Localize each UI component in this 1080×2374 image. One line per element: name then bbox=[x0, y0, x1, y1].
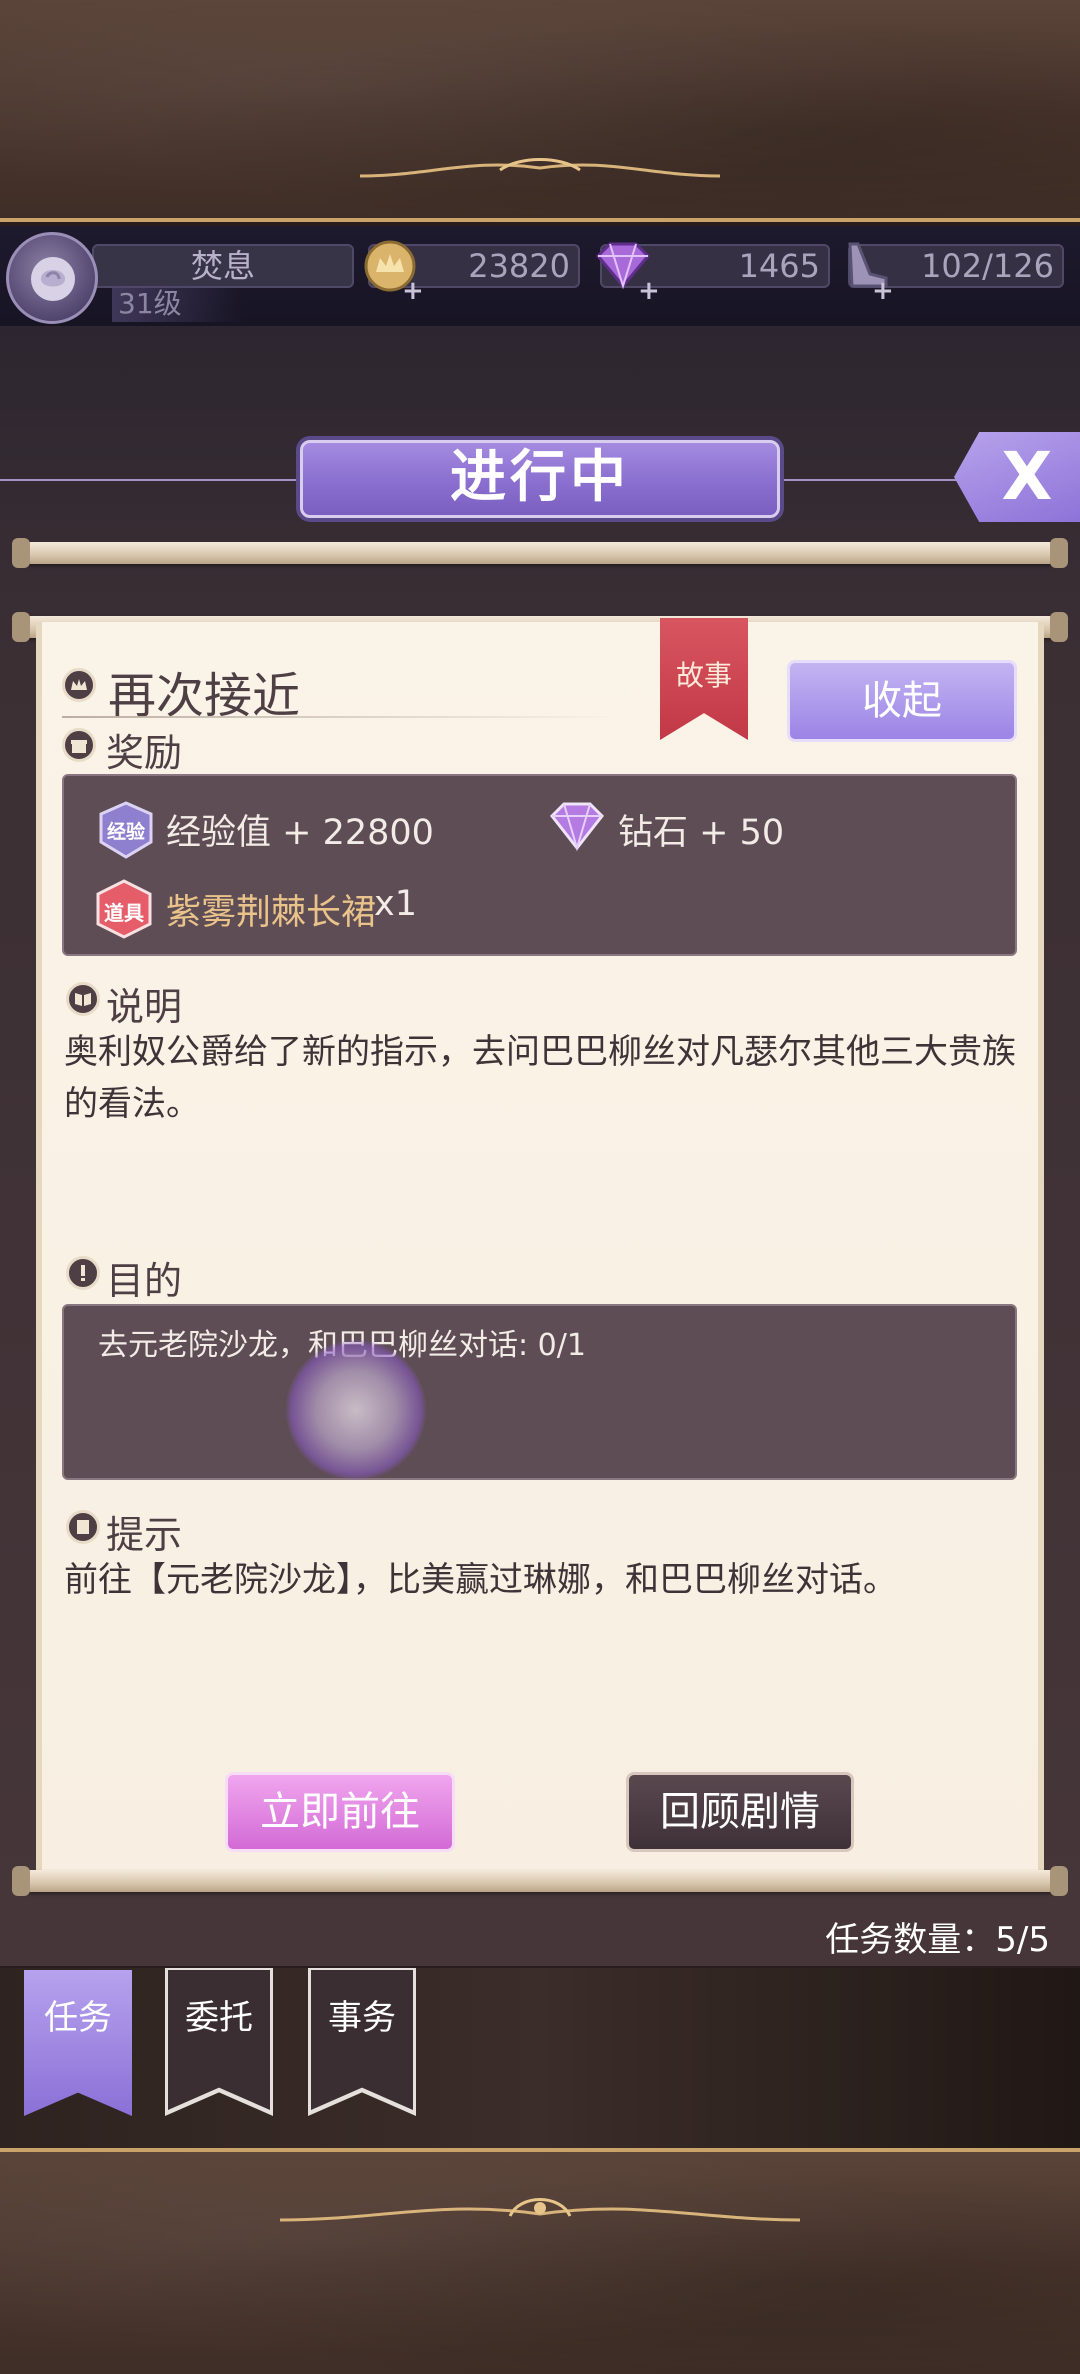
book-icon bbox=[66, 982, 100, 1016]
avatar[interactable] bbox=[6, 232, 98, 324]
player-name: 焚息 bbox=[92, 244, 354, 288]
ornament-bottom-icon bbox=[279, 2198, 801, 2222]
reward-section-title: 奖励 bbox=[106, 731, 183, 775]
hint-section-title: 提示 bbox=[106, 1513, 183, 1557]
diamond-reward-icon bbox=[550, 802, 604, 852]
review-story-button[interactable]: 回顾剧情 bbox=[626, 1772, 854, 1852]
exp-badge-label: 经验 bbox=[106, 821, 145, 843]
go-now-button[interactable]: 立即前往 bbox=[225, 1772, 455, 1852]
top-frame bbox=[0, 0, 1080, 222]
task-count: 任务数量：5/5 bbox=[825, 1920, 1050, 1960]
player-level: 31级 bbox=[112, 286, 242, 322]
diamond-reward: 钻石 + 50 bbox=[618, 813, 785, 853]
gold-plus-icon[interactable]: + bbox=[402, 276, 424, 306]
ornament-top-icon bbox=[359, 158, 721, 178]
goal-section-title: 目的 bbox=[106, 1259, 183, 1303]
stamina-plus-icon[interactable]: + bbox=[872, 276, 894, 306]
item-badge-label: 道具 bbox=[104, 901, 144, 925]
hint-text: 前往【元老院沙龙】，比美赢过琳娜，和巴巴柳丝对话。 bbox=[64, 1560, 897, 1600]
quest-title-underline bbox=[62, 716, 622, 718]
crown-badge-icon bbox=[62, 668, 96, 702]
rose-avatar-icon bbox=[31, 257, 75, 301]
note-icon bbox=[66, 1510, 100, 1544]
description-text: 奥利奴公爵给了新的指示，去问巴巴柳丝对凡瑟尔其他三大贵族的看法。 bbox=[64, 1032, 1016, 1124]
gift-icon bbox=[62, 728, 96, 762]
diamond-plus-icon[interactable]: + bbox=[638, 276, 660, 306]
description-section-title: 说明 bbox=[106, 985, 183, 1029]
exp-reward: 经验值 + 22800 bbox=[166, 813, 434, 853]
scroll-rod-bottom bbox=[12, 1866, 1068, 1896]
header-bar: 焚息 31级 23820 + 1465 + 102/126 + bbox=[0, 226, 1080, 326]
scroll-rod-top bbox=[12, 538, 1068, 568]
rose-effect-icon bbox=[286, 1340, 426, 1480]
collapse-button[interactable]: 收起 bbox=[787, 660, 1017, 742]
exclamation-icon bbox=[66, 1256, 100, 1290]
item-reward-qty: x1 bbox=[374, 884, 417, 924]
bottom-frame bbox=[0, 2148, 1080, 2374]
close-button[interactable]: X bbox=[954, 432, 1080, 522]
item-reward-name[interactable]: 紫雾荆棘长裙 bbox=[166, 884, 376, 935]
tab-bar bbox=[0, 1968, 1080, 2148]
panel-title: 进行中 bbox=[300, 440, 780, 518]
